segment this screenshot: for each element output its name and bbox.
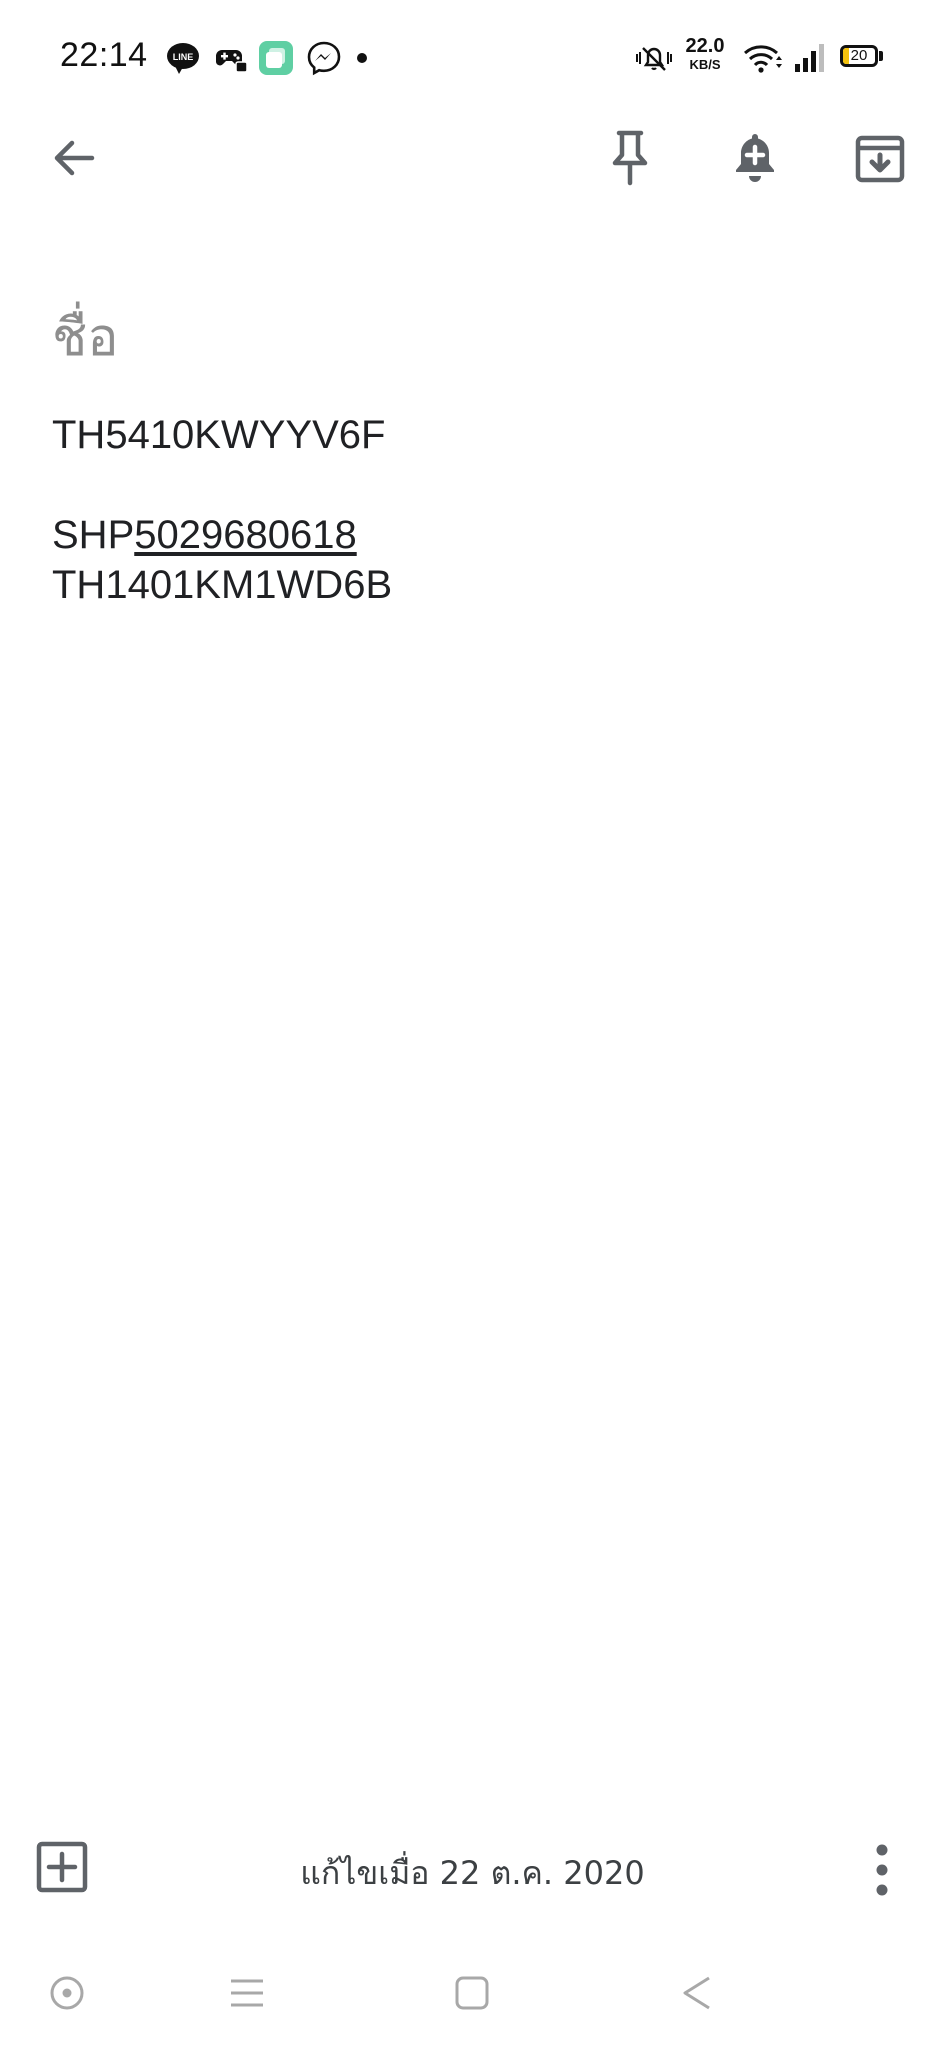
back-button[interactable] [34,118,114,198]
archive-icon [855,135,905,183]
assistant-circle-icon [50,1976,84,2010]
note-line: TH1401KM1WD6B [52,563,393,607]
vibrate-mute-icon [636,47,672,71]
wifi-icon [744,45,782,73]
battery-level: 20 [850,47,868,64]
menu-lines-icon [231,1979,263,2007]
network-speed-unit: KB/S [689,57,721,72]
note-blank-line [52,460,892,510]
status-bar: 22:14 LINE 22.0 KB/S 20 [0,0,945,118]
cell-signal-icon [795,44,824,72]
battery-icon: 20 [840,45,878,67]
back-arrow-icon [54,140,95,176]
messenger-icon [307,41,341,76]
last-edited-label: แก้ไขเมื่อ 22 ต.ค. 2020 [300,1854,645,1892]
reminder-button[interactable] [715,118,795,198]
home-button[interactable] [437,1958,507,2028]
more-vert-icon [876,1844,888,1896]
note-line: TH5410KWYYV6F [52,413,386,457]
note-text-prefix: SHP [52,513,135,557]
navigation-bar [0,1940,945,2048]
note-body-field[interactable]: TH5410KWYYV6F SHP5029680618 TH1401KM1WD6… [52,410,892,610]
status-time: 22:14 [60,36,148,74]
recent-apps-button[interactable] [212,1958,282,2028]
more-dot-icon [357,53,367,63]
multitask-app-icon [259,41,293,75]
svg-text:LINE: LINE [173,52,194,62]
line-icon: LINE [167,43,199,74]
phone-number-link[interactable]: 5029680618 [134,513,356,557]
battery-tip [879,51,883,61]
back-nav-button[interactable] [662,1958,732,2028]
network-speed: 22.0 KB/S [680,36,730,71]
game-controller-icon [216,50,248,73]
reminder-bell-icon [736,134,774,182]
home-square-icon [455,1976,489,2010]
network-speed-value: 22.0 [685,35,725,57]
back-triangle-icon [683,1976,710,2010]
more-options-button[interactable] [862,1835,902,1905]
archive-button[interactable] [840,118,920,198]
pin-button[interactable] [590,118,670,198]
pin-icon [612,130,648,186]
note-line: SHP5029680618 [52,510,892,560]
note-title-field[interactable]: ชื่อ [52,295,119,378]
assistant-button[interactable] [32,1958,102,2028]
